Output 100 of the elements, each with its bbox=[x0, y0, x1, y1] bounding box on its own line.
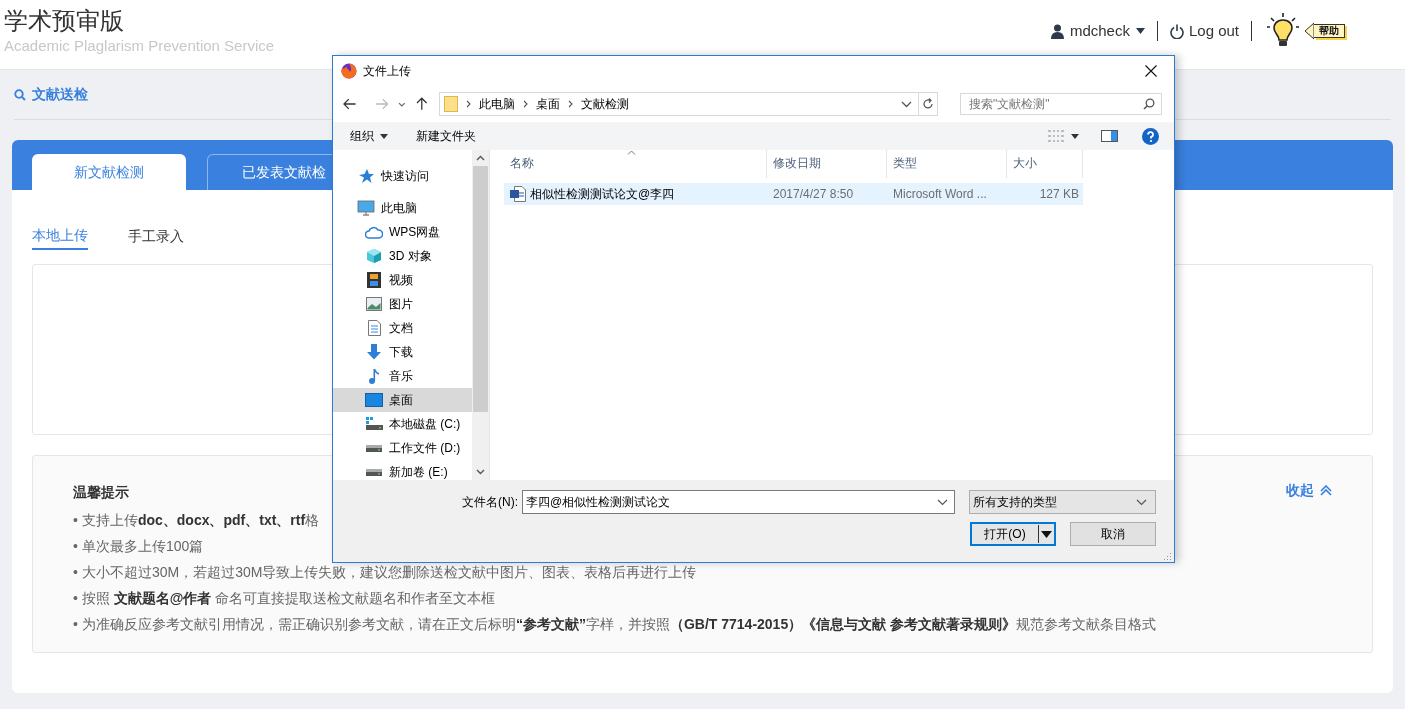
file-row[interactable]: 相似性检测测试论文@李四 2017/4/27 8:50 Microsoft Word ... 127 KB bbox=[504, 183, 1083, 205]
bullet: • bbox=[73, 590, 78, 606]
document-icon bbox=[367, 320, 381, 336]
nav-item[interactable]: 下载 bbox=[333, 340, 472, 364]
search-field[interactable]: 搜索"文献检测" bbox=[960, 93, 1162, 115]
browser-logo-icon bbox=[341, 63, 357, 79]
chevron-right-icon bbox=[523, 100, 529, 108]
sort-caret-icon bbox=[627, 150, 636, 155]
film-icon bbox=[367, 272, 381, 288]
chevron-right-icon bbox=[466, 100, 472, 108]
nav-item[interactable]: 音乐 bbox=[333, 364, 472, 388]
power-icon bbox=[1169, 23, 1184, 39]
bullet: • bbox=[73, 564, 78, 580]
nav-item[interactable]: 工作文件 (D:) bbox=[333, 436, 472, 460]
drive-icon bbox=[365, 417, 383, 431]
user-icon bbox=[1050, 23, 1064, 39]
tip-text: 单次最多上传100篇 bbox=[81, 538, 204, 554]
preview-pane-button[interactable] bbox=[1101, 130, 1118, 142]
subtab[interactable]: 本地上传 bbox=[32, 222, 88, 250]
cloud-icon bbox=[365, 225, 383, 239]
file-type-dropdown[interactable]: 所有支持的类型 bbox=[969, 490, 1156, 514]
chevron-down-icon[interactable] bbox=[398, 101, 406, 107]
tips-title: 温馨提示 bbox=[73, 483, 129, 502]
help-button[interactable] bbox=[1142, 127, 1159, 145]
nav-item[interactable]: 3D 对象 bbox=[333, 244, 472, 268]
nav-item[interactable]: 视频 bbox=[333, 268, 472, 292]
filename-field[interactable]: 李四@相似性检测测试论文 bbox=[522, 490, 955, 514]
drive-icon bbox=[365, 467, 383, 477]
open-button[interactable]: 打开(O) bbox=[970, 522, 1056, 546]
cancel-button[interactable]: 取消 bbox=[1070, 522, 1156, 546]
bullet: • bbox=[73, 512, 78, 528]
column-header[interactable]: 修改日期 bbox=[767, 150, 887, 178]
organize-menu[interactable]: 组织 bbox=[350, 127, 388, 145]
nav-item[interactable]: 新加卷 (E:) bbox=[333, 460, 472, 480]
download-icon bbox=[366, 344, 382, 360]
column-header[interactable]: 大小 bbox=[1007, 150, 1083, 178]
file-size: 127 KB bbox=[1038, 186, 1080, 203]
nav-item[interactable]: 桌面 bbox=[333, 388, 472, 412]
app-title: 学术预审版 bbox=[4, 6, 125, 36]
help-icon bbox=[1142, 127, 1159, 145]
scrollbar[interactable] bbox=[472, 150, 489, 480]
chevron-up-icon bbox=[1320, 485, 1332, 496]
close-icon bbox=[1145, 65, 1157, 77]
music-note-icon bbox=[368, 368, 380, 384]
breadcrumb-link[interactable]: 文献送检 bbox=[32, 84, 88, 105]
file-name: 相似性检测测试论文@李四 bbox=[530, 186, 675, 203]
tip-text: 大小不超过30M，若超过30M导致上传失败，建议您删除送检文献中图片、图表、表格后再进行上传 bbox=[81, 564, 697, 580]
drive-icon bbox=[365, 443, 383, 453]
chevron-right-icon bbox=[568, 100, 574, 108]
pane-icon bbox=[1101, 130, 1118, 142]
up-arrow-icon[interactable] bbox=[415, 97, 428, 111]
tab[interactable]: 新文献检测 bbox=[32, 154, 186, 190]
nav-item[interactable]: 图片 bbox=[333, 292, 472, 316]
bullet: • bbox=[73, 538, 78, 554]
nav-item[interactable]: WPS网盘 bbox=[333, 220, 472, 244]
tip-text: 为准确反应参考文献引用情况，需正确识别参考文献，请在正文后标明“参考文献”字样，并按照（GB/T 7714-2015）《信息与文献 参考文献著录规则》规范参考文献条目格式 bbox=[81, 616, 1157, 632]
chevron-down-icon[interactable] bbox=[900, 100, 912, 108]
bullet: • bbox=[73, 616, 78, 632]
user-menu[interactable]: mdcheck bbox=[1050, 19, 1145, 43]
search-icon bbox=[14, 88, 26, 101]
folder-icon bbox=[444, 96, 459, 112]
chevron-down-icon bbox=[937, 499, 948, 506]
arrow-head-icon bbox=[1304, 22, 1314, 40]
column-header[interactable]: 类型 bbox=[887, 150, 1007, 178]
subtab[interactable]: 手工录入 bbox=[128, 222, 184, 250]
username: mdcheck bbox=[1069, 20, 1130, 41]
tip-text: 支持上传doc、docx、pdf、txt、rtf格 bbox=[81, 512, 320, 528]
breadcrumb-segment[interactable]: 此电脑 bbox=[479, 95, 516, 113]
help-button[interactable]: 帮助 bbox=[1264, 12, 1345, 50]
star-icon bbox=[358, 168, 374, 184]
caret-icon bbox=[1041, 530, 1052, 538]
chevron-down-icon bbox=[476, 469, 485, 475]
file-type: Microsoft Word ... bbox=[892, 186, 988, 203]
column-header[interactable]: 名称 bbox=[504, 150, 767, 178]
tip-text: 按照 文献题名@作者 命名可直接提取送检文献题名和作者至文本框 bbox=[81, 590, 496, 606]
nav-item[interactable]: 本地磁盘 (C:) bbox=[333, 412, 472, 436]
view-options-button[interactable] bbox=[1048, 130, 1079, 142]
breadcrumb-segment[interactable]: 桌面 bbox=[536, 95, 561, 113]
nav-item[interactable]: 文档 bbox=[333, 316, 472, 340]
caret-icon bbox=[1135, 28, 1145, 34]
resize-grip-icon[interactable] bbox=[1164, 552, 1172, 560]
refresh-button[interactable] bbox=[918, 92, 938, 116]
logout-link[interactable]: Log out bbox=[1169, 19, 1239, 43]
dialog-title: 文件上传 bbox=[363, 63, 412, 80]
search-icon bbox=[1143, 98, 1155, 110]
address-bar[interactable]: 此电脑 桌面 文献检测 bbox=[439, 92, 919, 116]
cube-icon bbox=[366, 248, 382, 264]
file-date: 2017/4/27 8:50 bbox=[772, 186, 855, 203]
chevron-down-icon bbox=[1136, 498, 1147, 506]
chevron-up-icon bbox=[476, 155, 485, 161]
breadcrumb-segment[interactable]: 文献检测 bbox=[581, 95, 630, 113]
refresh-icon bbox=[921, 98, 934, 110]
collapse-link[interactable]: 收起 bbox=[1286, 480, 1332, 501]
list-view-icon bbox=[1048, 130, 1064, 142]
back-arrow-icon[interactable] bbox=[343, 98, 357, 110]
new-folder-button[interactable]: 新建文件夹 bbox=[416, 127, 476, 145]
computer-icon bbox=[357, 200, 375, 216]
nav-item[interactable]: 此电脑 bbox=[333, 196, 472, 220]
filename-label: 文件名(N): bbox=[462, 494, 518, 511]
image-icon bbox=[366, 297, 382, 311]
